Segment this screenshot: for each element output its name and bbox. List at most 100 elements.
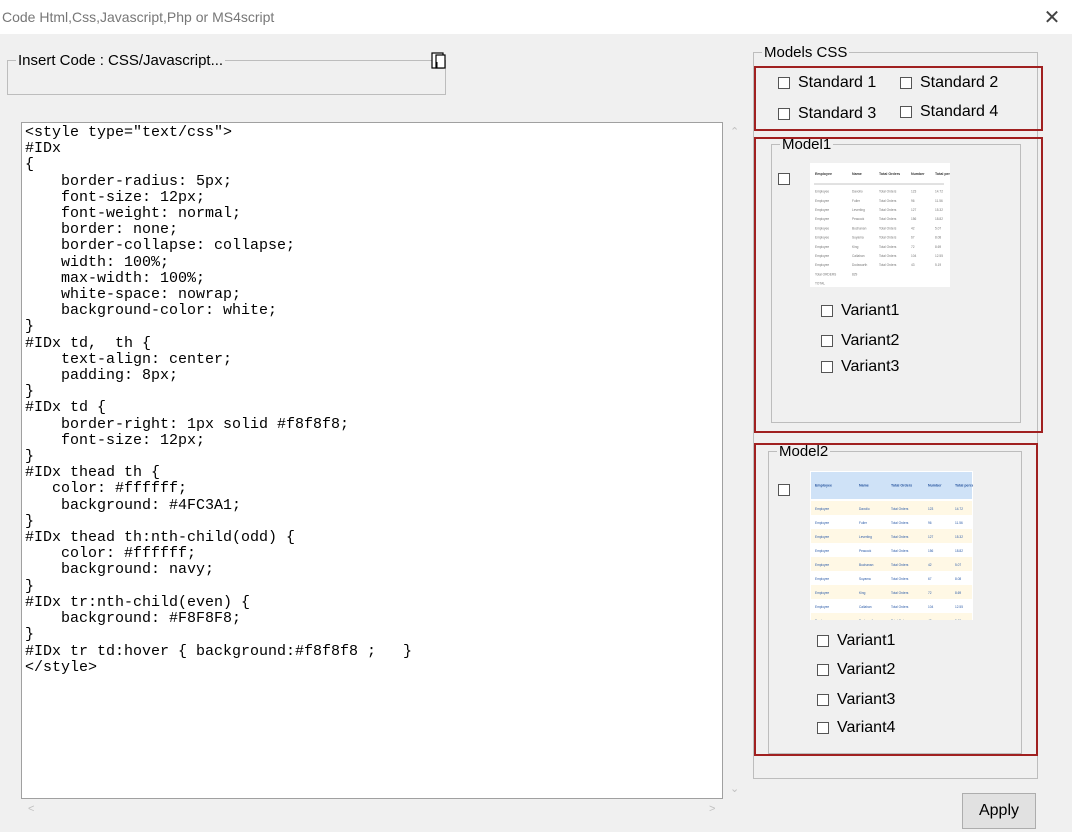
checkbox-box[interactable] <box>817 635 829 647</box>
thumb-cell: Total Orders <box>879 199 897 203</box>
scroll-right-arrow[interactable]: > <box>709 803 715 815</box>
checkbox-box[interactable] <box>821 305 833 317</box>
thumb-cell: Davolio <box>859 507 870 511</box>
scroll-left-arrow[interactable]: < <box>28 803 34 815</box>
checkbox-box[interactable] <box>817 664 829 676</box>
scroll-down-arrow[interactable]: ⌄ <box>730 782 739 795</box>
thumb-cell: 156 <box>911 217 917 221</box>
checkbox-box[interactable] <box>817 722 829 734</box>
thumb-cell: Total Orders <box>891 549 909 553</box>
thumb-cell: Total Orders <box>879 263 897 267</box>
thumb-cell: Dodsworth <box>859 619 874 620</box>
thumb-cell: Total Orders <box>891 521 909 525</box>
thumb-cell: 11.56 <box>935 199 943 203</box>
thumb-header-cell: Name <box>859 484 869 488</box>
checkbox-box[interactable] <box>821 361 833 373</box>
scroll-up-arrow[interactable]: ⌃ <box>730 125 739 138</box>
thumb-cell: 8.69 <box>935 245 941 249</box>
model1-variant2-checkbox[interactable]: Variant2 <box>821 332 899 350</box>
thumb-cell: Leverling <box>852 208 865 212</box>
model2-variant2-checkbox[interactable]: Variant2 <box>817 661 895 679</box>
model2-variant4-label: Variant4 <box>837 719 896 736</box>
thumb-header-cell: Number <box>928 484 942 488</box>
standard-4-checkbox[interactable]: Standard 4 <box>900 103 998 121</box>
thumb-cell: Peacock <box>859 549 872 553</box>
thumb-cell: Employee <box>815 236 829 240</box>
thumb-cell: Total Orders <box>891 535 909 539</box>
thumb-cell: Employee <box>815 521 829 525</box>
code-editor[interactable]: <style type="text/css"> #IDx { border-ra… <box>21 122 723 799</box>
checkbox-box[interactable] <box>817 694 829 706</box>
standard-2-checkbox[interactable]: Standard 2 <box>900 74 998 92</box>
model1-checkbox[interactable] <box>778 173 790 185</box>
thumb-cell: Total ORDERS <box>815 272 836 276</box>
checkbox-box[interactable] <box>778 108 790 120</box>
thumb-cell: Callahan <box>852 254 865 258</box>
model1-variant1-checkbox[interactable]: Variant1 <box>821 302 899 320</box>
thumb-cell: Total Orders <box>879 236 897 240</box>
thumb-cell: 5.07 <box>935 226 941 230</box>
checkbox-box[interactable] <box>778 77 790 89</box>
thumb-cell: Suyama <box>859 577 871 581</box>
thumb-cell: Callahan <box>859 605 872 609</box>
title-bar: Code Html,Css,Javascript,Php or MS4scrip… <box>0 0 1072 34</box>
thumb-cell: Total Orders <box>879 245 897 249</box>
thumb-cell: 43 <box>928 619 932 620</box>
checkbox-box[interactable] <box>821 335 833 347</box>
thumb-cell: 127 <box>928 535 934 539</box>
model2-variant1-label: Variant1 <box>837 632 896 649</box>
thumb-cell: Davolio <box>852 190 863 194</box>
model1-variant2-label: Variant2 <box>841 332 900 349</box>
thumb-cell: Employee <box>815 577 829 581</box>
thumb-cell: Employee <box>815 199 829 203</box>
thumb-cell: 5.19 <box>935 263 941 267</box>
model1-variant1-label: Variant1 <box>841 302 900 319</box>
code-text[interactable]: <style type="text/css"> #IDx { border-ra… <box>22 123 722 676</box>
thumb-cell: Total Orders <box>891 563 909 567</box>
thumb-cell: Suyama <box>852 236 864 240</box>
thumb-cell: TOTAL <box>815 282 825 286</box>
thumb-cell: Buchanan <box>859 563 874 567</box>
thumb-cell: 15.32 <box>955 535 963 539</box>
model2-variant4-checkbox[interactable]: Variant4 <box>817 719 895 737</box>
thumb-cell: 5.19 <box>955 619 961 620</box>
thumb-cell: Employee <box>815 619 829 620</box>
models-css-legend: Models CSS <box>764 44 848 61</box>
document-icon[interactable] <box>431 52 447 70</box>
thumb-cell: Employee <box>815 507 829 511</box>
thumb-header-cell: Total percent <box>935 172 950 176</box>
thumb-cell: 42 <box>928 563 932 567</box>
thumb-cell: Employee <box>815 563 829 567</box>
thumb-cell: Fuller <box>859 521 868 525</box>
thumb-cell: 127 <box>911 208 917 212</box>
model2-checkbox[interactable] <box>778 484 790 496</box>
insert-code-legend: Insert Code : CSS/Javascript... <box>18 52 224 69</box>
thumb-cell: 829 <box>852 272 858 276</box>
standard-3-checkbox[interactable]: Standard 3 <box>778 105 876 123</box>
standard-1-label: Standard 1 <box>798 74 877 91</box>
thumb-cell: Employee <box>815 263 829 267</box>
thumb-cell: 15.32 <box>935 208 943 212</box>
thumb-cell: Total Orders <box>879 190 897 194</box>
checkbox-box[interactable] <box>900 77 912 89</box>
model1-variant3-checkbox[interactable]: Variant3 <box>821 358 899 376</box>
thumb-cell: Total Orders <box>891 605 909 609</box>
thumb-cell: 123 <box>911 190 917 194</box>
thumb-cell: 72 <box>911 245 915 249</box>
standard-2-label: Standard 2 <box>920 74 999 91</box>
standard-1-checkbox[interactable]: Standard 1 <box>778 74 876 92</box>
window-title: Code Html,Css,Javascript,Php or MS4scrip… <box>2 9 275 25</box>
close-icon[interactable]: ✕ <box>1042 5 1062 30</box>
apply-button[interactable]: Apply <box>962 793 1036 829</box>
thumb-cell: Employee <box>815 535 829 539</box>
thumb-cell: 156 <box>928 549 934 553</box>
thumb-cell: 96 <box>928 521 932 525</box>
checkbox-box[interactable] <box>900 106 912 118</box>
thumb-cell: Buchanan <box>852 226 867 230</box>
thumb-cell: Employee <box>815 549 829 553</box>
model1-preview-image: Employee Name Total Orders Number Total perc… <box>810 163 950 287</box>
thumb-header-cell: Number <box>911 172 925 176</box>
model2-variant3-checkbox[interactable]: Variant3 <box>817 691 895 709</box>
model2-variant1-checkbox[interactable]: Variant1 <box>817 632 895 650</box>
thumb-cell: Dodsworth <box>852 263 867 267</box>
